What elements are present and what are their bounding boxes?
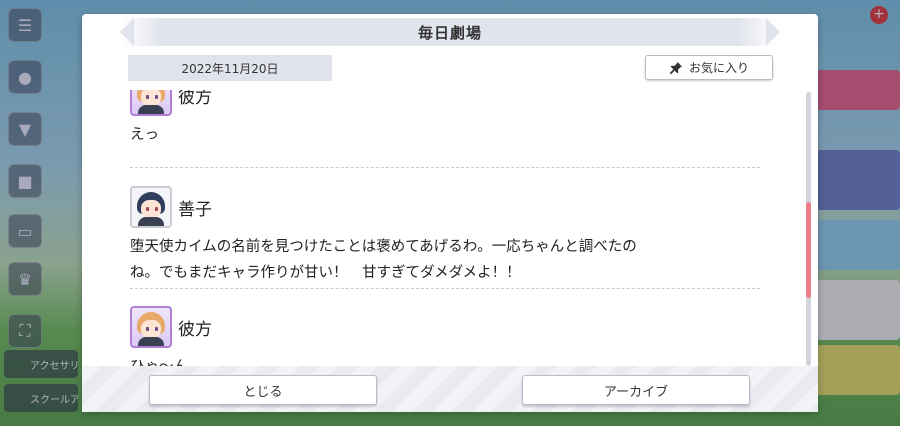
dialogue-item: 彼方 ひゃ～ん…… [130, 304, 770, 366]
yoshiko-avatar [130, 186, 172, 228]
dialogue-text: えっ [130, 127, 159, 143]
kanata-avatar [130, 90, 172, 116]
dialogue-text-line: 堕天使カイムの名前を見つけたことは褒めてあげるわ。一応ちゃんと調べたの [130, 239, 637, 255]
favorite-button[interactable]: お気に入り [645, 55, 773, 80]
dialogue-item: 善子 堕天使カイムの名前を見つけたことは褒めてあげるわ。一応ちゃんと調べたの ね… [130, 184, 770, 286]
speaker-name: 彼方 [178, 90, 212, 108]
divider [130, 288, 760, 289]
dialogue-text: 堕天使カイムの名前を見つけたことは褒めてあげるわ。一応ちゃんと調べたの ね。でも… [130, 234, 770, 286]
scrollbar-thumb[interactable] [806, 202, 811, 298]
daily-theater-modal: 毎日劇場 2022年11月20日 お気に入り 彼方 えっ 善子 堕天使カイムの名… [82, 14, 818, 412]
dialogue-item: 彼方 えっ [130, 90, 770, 148]
date-label: 2022年11月20日 [128, 55, 332, 81]
divider [130, 167, 760, 168]
modal-header: 毎日劇場 [120, 18, 780, 46]
speaker-name: 善子 [178, 199, 212, 220]
dialogue-text: ひゃ～ん…… [130, 354, 770, 366]
favorite-label: お気に入り [688, 61, 749, 75]
scrollbar[interactable] [806, 92, 811, 366]
dialogue-text-line: ね。でもまだキャラ作りが甘い！ 甘すぎてダメダメよ！！ [130, 265, 521, 281]
close-button[interactable]: とじる [149, 375, 377, 405]
modal-title: 毎日劇場 [417, 23, 482, 42]
pin-icon [669, 61, 683, 75]
speaker-name: 彼方 [178, 319, 212, 340]
dialogue-list[interactable]: 彼方 えっ 善子 堕天使カイムの名前を見つけたことは褒めてあげるわ。一応ちゃんと… [120, 90, 770, 366]
archive-button[interactable]: アーカイブ [522, 375, 750, 405]
kanata-avatar [130, 306, 172, 348]
